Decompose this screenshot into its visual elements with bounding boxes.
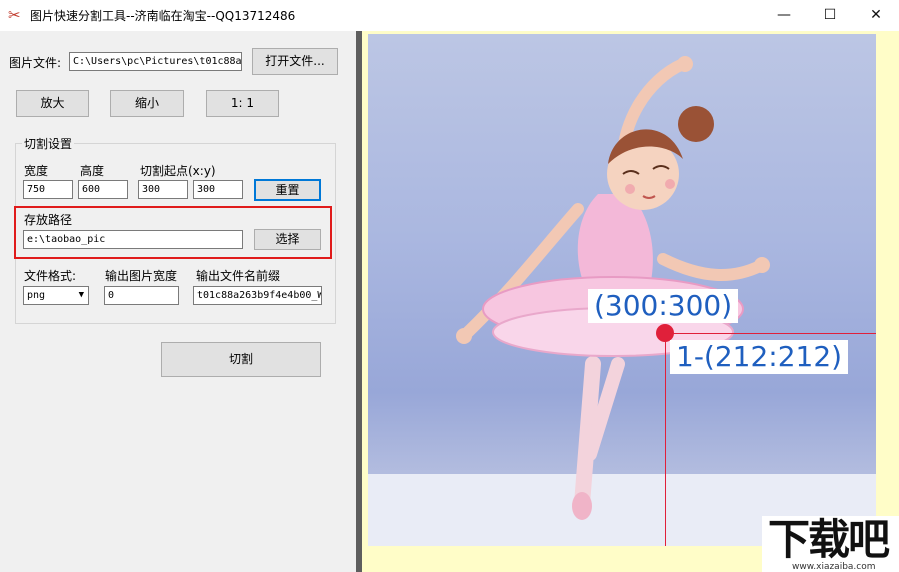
zoom-in-button[interactable]: 放大 [16,90,89,117]
format-label: 文件格式: [24,269,77,283]
output-width-input[interactable]: 0 [104,286,179,305]
window-title: 图片快速分割工具--济南临在淘宝--QQ13712486 [30,9,296,23]
format-value: png [27,290,46,301]
actual-size-button[interactable]: 1: 1 [206,90,279,117]
watermark-logo: 下载吧 [768,515,890,564]
width-input[interactable]: 750 [23,180,73,199]
cut-settings-legend: 切割设置 [22,135,75,152]
site-watermark: 下载吧 www.xiazaiba.com [762,516,899,572]
save-path-label: 存放路径 [24,213,73,227]
browse-button[interactable]: 选择 [254,229,321,250]
cut-line-horizontal [665,333,876,334]
cut-button[interactable]: 切割 [161,342,321,377]
image-file-label: 图片文件: [9,56,62,70]
piece-size-label: 1-(212:212) [670,340,849,374]
origin-label: 切割起点(x:y) [140,164,216,178]
height-input[interactable]: 600 [78,180,128,199]
zoom-out-button[interactable]: 缩小 [110,90,184,117]
origin-y-input[interactable]: 300 [193,180,243,199]
reset-button[interactable]: 重置 [254,179,321,201]
close-button[interactable]: ✕ [853,0,899,31]
save-path-field[interactable]: e:\taobao_pic [23,230,243,249]
format-select[interactable]: png ▼ [23,286,89,305]
origin-x-input[interactable]: 300 [138,180,188,199]
chevron-down-icon: ▼ [78,290,84,300]
prefix-input[interactable]: t01c88a263b9f4e4b00_W [193,286,322,305]
title-bar: ✂ 图片快速分割工具--济南临在淘宝--QQ13712486 — ☐ ✕ [0,0,899,31]
watermark-url: www.xiazaiba.com [792,562,876,572]
minimize-button[interactable]: — [761,0,807,31]
image-path-field[interactable]: C:\Users\pc\Pictures\t01c88a [69,52,242,71]
width-label: 宽度 [24,164,49,178]
maximize-button[interactable]: ☐ [807,0,853,31]
prefix-label: 输出文件名前缀 [196,269,281,283]
open-file-button[interactable]: 打开文件... [252,48,338,75]
cut-origin-label: (300:300) [588,289,739,323]
scissors-icon: ✂ [8,6,21,24]
cut-line-vertical [665,333,666,546]
output-width-label: 输出图片宽度 [105,269,178,283]
height-label: 高度 [80,164,105,178]
